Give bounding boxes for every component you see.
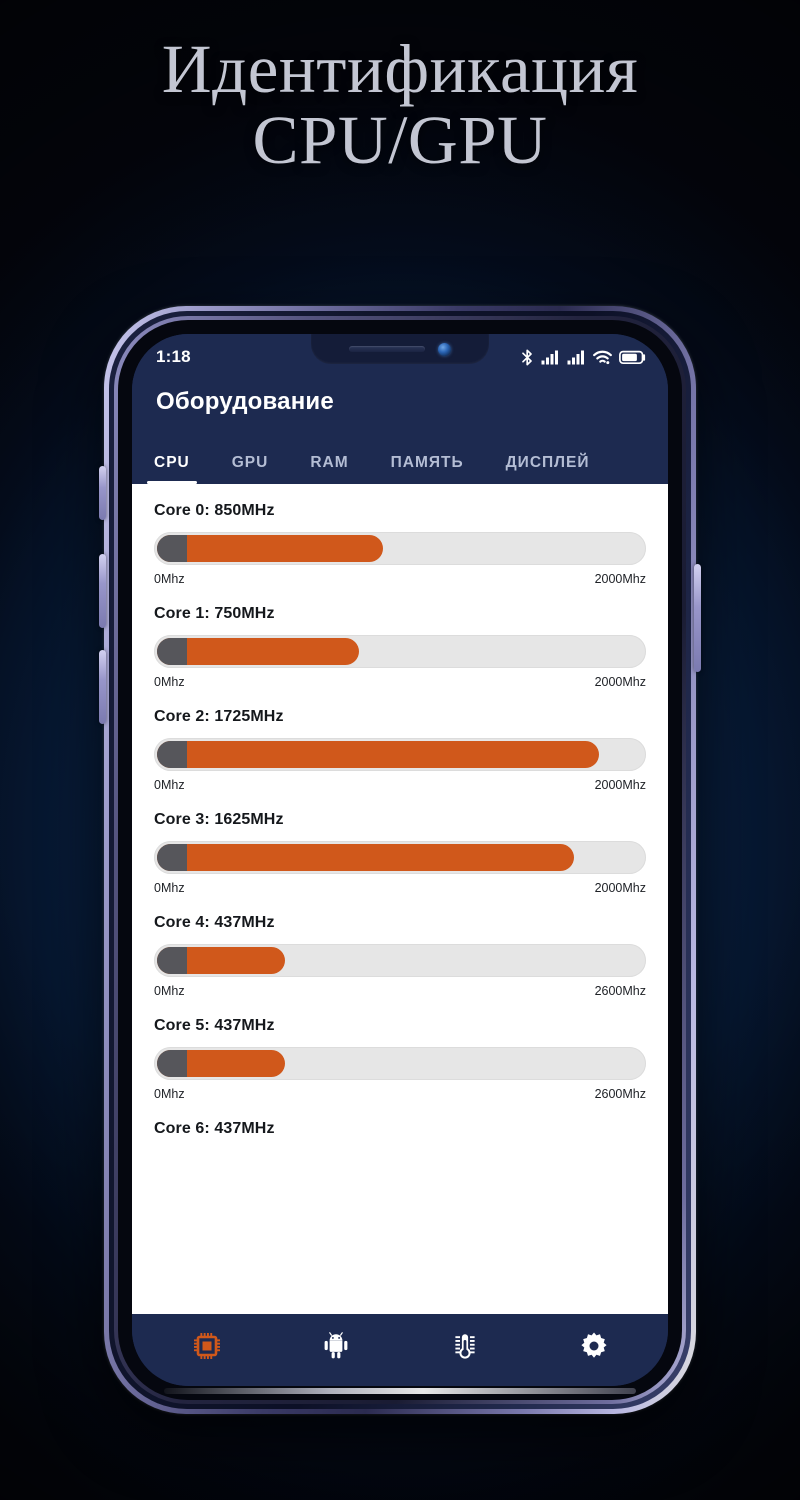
core-label: Core 4: 437MHz	[154, 914, 275, 931]
volume-down-button[interactable]	[99, 650, 106, 724]
tab-ram[interactable]: RAM	[310, 454, 348, 484]
core-frequency-bar	[154, 944, 646, 977]
signal-icon-sim1	[541, 350, 560, 365]
promo-title: Идентификация CPU/GPU	[0, 31, 800, 179]
core-frequency-bar-cap	[157, 947, 187, 974]
core-frequency-bar-cap	[157, 1050, 187, 1077]
core-frequency-bar-fill	[157, 741, 599, 768]
nav-item-android[interactable]	[271, 1331, 400, 1361]
core-frequency-bar-fill	[157, 638, 359, 665]
core-item: Core 3: 1625MHz 0Mhz 2000Mhz	[154, 811, 646, 895]
phone-notch	[311, 334, 489, 364]
core-frequency-bar	[154, 738, 646, 771]
core-item: Core 4: 437MHz 0Mhz 2600Mhz	[154, 914, 646, 998]
core-frequency-bar-cap	[157, 638, 187, 665]
core-frequency-bar	[154, 635, 646, 668]
core-label: Core 1: 750MHz	[154, 605, 275, 622]
battery-icon	[619, 350, 646, 365]
phone-mockup: 1:18 Оборудование CPU GPU RAM ПАМЯТЬ ДИС…	[99, 306, 701, 1414]
wifi-icon	[593, 350, 612, 365]
bluetooth-icon	[521, 349, 534, 366]
core-item: Core 5: 437MHz 0Mhz 2600Mhz	[154, 1017, 646, 1101]
core-item: Core 6: 437MHz	[154, 1120, 646, 1138]
tab-bar[interactable]: CPU GPU RAM ПАМЯТЬ ДИСПЛЕЙ	[132, 432, 668, 484]
nav-item-cpu[interactable]	[142, 1331, 271, 1361]
app-bar: Оборудование	[132, 380, 668, 432]
status-bar-clock: 1:18	[156, 347, 191, 366]
tab-gpu[interactable]: GPU	[232, 454, 269, 484]
nav-item-settings[interactable]	[529, 1331, 658, 1361]
scale-max-label: 2000Mhz	[594, 675, 646, 689]
phone-screen: 1:18 Оборудование CPU GPU RAM ПАМЯТЬ ДИС…	[132, 334, 668, 1386]
core-frequency-scale: 0Mhz 2000Mhz	[154, 881, 646, 895]
core-item: Core 1: 750MHz 0Mhz 2000Mhz	[154, 605, 646, 689]
core-frequency-bar	[154, 1047, 646, 1080]
page-title: Оборудование	[156, 388, 334, 415]
tab-дисплей[interactable]: ДИСПЛЕЙ	[506, 454, 590, 484]
core-frequency-bar-fill	[157, 844, 575, 871]
scale-min-label: 0Mhz	[154, 984, 185, 998]
core-label: Core 2: 1725MHz	[154, 708, 284, 725]
cpu-core-list: Core 0: 850MHz 0Mhz 2000Mhz Core 1: 750MHz 0…	[132, 484, 668, 1314]
mute-switch-button[interactable]	[99, 466, 106, 520]
promo-title-line2: CPU/GPU	[252, 102, 548, 179]
core-label: Core 6: 437MHz	[154, 1120, 275, 1137]
core-frequency-bar-fill	[157, 535, 384, 562]
core-frequency-bar-cap	[157, 741, 187, 768]
scale-min-label: 0Mhz	[154, 572, 185, 586]
core-label: Core 5: 437MHz	[154, 1017, 275, 1034]
gear-icon	[579, 1331, 609, 1361]
android-robot-icon	[321, 1331, 351, 1361]
tab-cpu[interactable]: CPU	[147, 454, 197, 484]
scale-max-label: 2000Mhz	[594, 778, 646, 792]
core-frequency-scale: 0Mhz 2600Mhz	[154, 984, 646, 998]
core-frequency-scale: 0Mhz 2600Mhz	[154, 1087, 646, 1101]
status-bar-icons	[521, 349, 646, 366]
core-item: Core 0: 850MHz 0Mhz 2000Mhz	[154, 502, 646, 586]
core-frequency-bar	[154, 532, 646, 565]
volume-up-button[interactable]	[99, 554, 106, 628]
scale-max-label: 2000Mhz	[594, 572, 646, 586]
front-camera-icon	[438, 342, 451, 356]
cpu-chip-icon	[192, 1331, 222, 1361]
core-label: Core 0: 850MHz	[154, 502, 275, 519]
promo-title-line1: Идентификация	[161, 31, 639, 107]
core-item: Core 2: 1725MHz 0Mhz 2000Mhz	[154, 708, 646, 792]
core-frequency-bar-cap	[157, 844, 187, 871]
scale-max-label: 2600Mhz	[594, 1087, 646, 1101]
thermometer-icon	[450, 1331, 480, 1361]
scale-min-label: 0Mhz	[154, 1087, 185, 1101]
nav-item-temperature[interactable]	[400, 1331, 529, 1361]
core-frequency-scale: 0Mhz 2000Mhz	[154, 675, 646, 689]
core-frequency-bar-cap	[157, 535, 187, 562]
power-button[interactable]	[694, 564, 701, 672]
core-label: Core 3: 1625MHz	[154, 811, 284, 828]
tab-память[interactable]: ПАМЯТЬ	[391, 454, 464, 484]
core-frequency-bar	[154, 841, 646, 874]
core-frequency-scale: 0Mhz 2000Mhz	[154, 778, 646, 792]
scale-max-label: 2000Mhz	[594, 881, 646, 895]
scale-min-label: 0Mhz	[154, 881, 185, 895]
scale-min-label: 0Mhz	[154, 778, 185, 792]
core-frequency-scale: 0Mhz 2000Mhz	[154, 572, 646, 586]
bottom-navigation-bar[interactable]	[132, 1314, 668, 1386]
scale-max-label: 2600Mhz	[594, 984, 646, 998]
scale-min-label: 0Mhz	[154, 675, 185, 689]
earpiece-speaker-icon	[349, 346, 425, 352]
signal-icon-sim2	[567, 350, 586, 365]
